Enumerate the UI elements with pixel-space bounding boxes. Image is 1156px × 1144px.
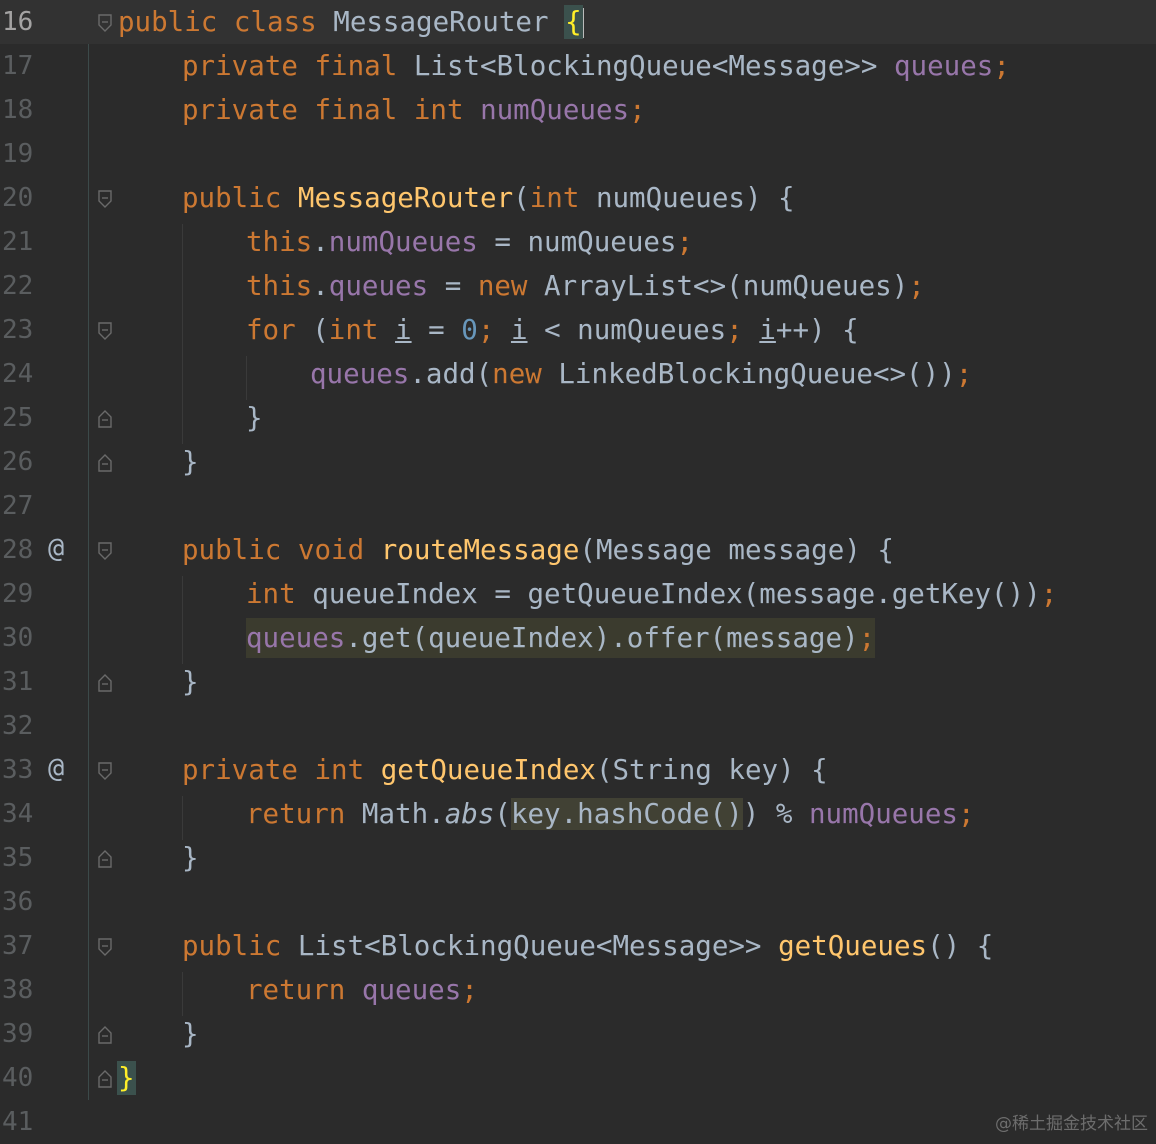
line-number[interactable]: 41 — [2, 1106, 33, 1138]
line-number[interactable]: 35 — [2, 842, 33, 874]
fold-collapse-icon[interactable] — [97, 190, 113, 208]
code-line-40[interactable]: } — [117, 1060, 136, 1096]
line-number[interactable]: 39 — [2, 1018, 33, 1050]
code-line-24[interactable]: queues.add(new LinkedBlockingQueue<>()); — [310, 356, 972, 392]
code-line-20[interactable]: public MessageRouter(int numQueues) { — [182, 180, 795, 216]
line-number[interactable]: 23 — [2, 314, 33, 346]
line-number[interactable]: 18 — [2, 94, 33, 126]
fold-end-icon[interactable] — [97, 850, 113, 868]
text-caret — [581, 8, 584, 38]
line-number[interactable]: 20 — [2, 182, 33, 214]
matched-brace: } — [117, 1061, 136, 1095]
code-line-29[interactable]: int queueIndex = getQueueIndex(message.g… — [246, 576, 1057, 612]
editor-line-row: 25 — [0, 396, 1156, 440]
code-line-30[interactable]: queues.get(queueIndex).offer(message); — [246, 618, 876, 658]
indent-guide — [182, 224, 183, 444]
editor-line-row: 31 — [0, 660, 1156, 704]
indent-guide — [246, 356, 247, 400]
line-number[interactable]: 27 — [2, 490, 33, 522]
line-number[interactable]: 40 — [2, 1062, 33, 1094]
override-annotation-icon[interactable]: @ — [48, 532, 64, 566]
code-line-31[interactable]: } — [182, 664, 199, 700]
fold-end-icon[interactable] — [97, 410, 113, 428]
indent-guide — [182, 576, 183, 664]
code-line-25[interactable]: } — [246, 400, 263, 436]
fold-end-icon[interactable] — [97, 1026, 113, 1044]
code-line-38[interactable]: return queues; — [246, 972, 478, 1008]
fold-end-icon[interactable] — [97, 674, 113, 692]
editor-line-row: 26 — [0, 440, 1156, 484]
code-line-17[interactable]: private final List<BlockingQueue<Message… — [182, 48, 1010, 84]
editor-line-row: 40 — [0, 1056, 1156, 1100]
line-number[interactable]: 30 — [2, 622, 33, 654]
line-number[interactable]: 26 — [2, 446, 33, 478]
line-number[interactable]: 32 — [2, 710, 33, 742]
line-number[interactable]: 37 — [2, 930, 33, 962]
fold-collapse-icon[interactable] — [97, 938, 113, 956]
line-number[interactable]: 31 — [2, 666, 33, 698]
code-line-35[interactable]: } — [182, 840, 199, 876]
code-line-26[interactable]: } — [182, 444, 199, 480]
line-number[interactable]: 21 — [2, 226, 33, 258]
indent-guide — [182, 972, 183, 1016]
line-number[interactable]: 38 — [2, 974, 33, 1006]
code-line-16[interactable]: public class MessageRouter { — [118, 4, 584, 40]
fold-end-icon[interactable] — [97, 1070, 113, 1088]
editor-line-row: 35 — [0, 836, 1156, 880]
editor-line-row: 36 — [0, 880, 1156, 924]
editor-line-row: 19 — [0, 132, 1156, 176]
line-number[interactable]: 22 — [2, 270, 33, 302]
line-number[interactable]: 28 — [2, 534, 33, 566]
line-number[interactable]: 24 — [2, 358, 33, 390]
override-annotation-icon[interactable]: @ — [48, 752, 64, 786]
line-number[interactable]: 19 — [2, 138, 33, 170]
code-editor[interactable]: 16 17 18 19 20 21 22 23 24 25 26 27 28 @29 30 31 32 33 @34… — [0, 0, 1156, 1142]
code-line-34[interactable]: return Math.abs(key.hashCode()) % numQue… — [246, 796, 975, 832]
fold-collapse-icon[interactable] — [97, 762, 113, 780]
fold-collapse-icon[interactable] — [97, 542, 113, 560]
fold-end-icon[interactable] — [97, 454, 113, 472]
code-line-21[interactable]: this.numQueues = numQueues; — [246, 224, 693, 260]
line-number[interactable]: 25 — [2, 402, 33, 434]
line-number[interactable]: 36 — [2, 886, 33, 918]
editor-line-row: 32 — [0, 704, 1156, 748]
code-line-37[interactable]: public List<BlockingQueue<Message>> getQ… — [182, 928, 993, 964]
line-number[interactable]: 33 — [2, 754, 33, 786]
highlighted-expression: key.hashCode() — [510, 798, 743, 830]
fold-collapse-icon[interactable] — [97, 14, 113, 32]
matched-brace: { — [564, 5, 583, 39]
fold-collapse-icon[interactable] — [97, 322, 113, 340]
line-number[interactable]: 29 — [2, 578, 33, 610]
code-line-39[interactable]: } — [182, 1016, 199, 1052]
code-line-23[interactable]: for (int i = 0; i < numQueues; i++) { — [246, 312, 859, 348]
indent-guide — [182, 796, 183, 840]
editor-line-row: 27 — [0, 484, 1156, 528]
editor-line-row: 39 — [0, 1012, 1156, 1056]
watermark: @稀土掘金技术社区 — [995, 1114, 1148, 1134]
editor-line-row: 38 — [0, 968, 1156, 1012]
code-line-18[interactable]: private final int numQueues; — [182, 92, 646, 128]
code-line-22[interactable]: this.queues = new ArrayList<>(numQueues)… — [246, 268, 925, 304]
editor-line-row: 41 — [0, 1100, 1156, 1144]
line-number[interactable]: 17 — [2, 50, 33, 82]
code-line-33[interactable]: private int getQueueIndex(String key) { — [182, 752, 828, 788]
line-number[interactable]: 16 — [2, 6, 33, 38]
code-line-28[interactable]: public void routeMessage(Message message… — [182, 532, 894, 568]
line-number[interactable]: 34 — [2, 798, 33, 830]
